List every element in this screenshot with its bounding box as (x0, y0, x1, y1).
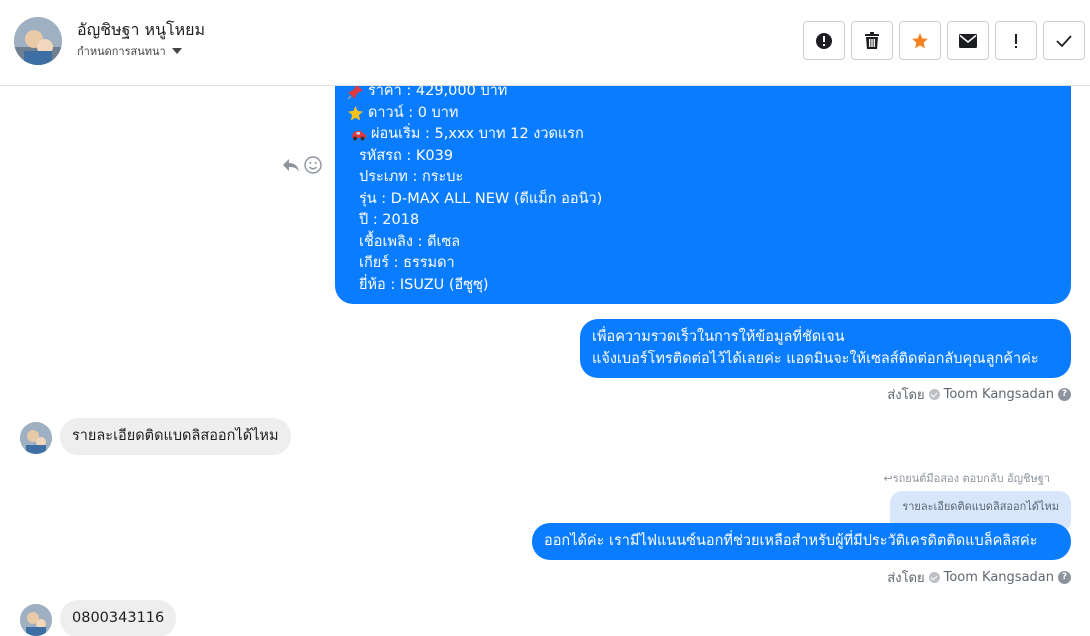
delete-button[interactable] (851, 21, 893, 60)
trash-icon (865, 31, 879, 49)
message-thread[interactable]: ราคา : 429,000 บาท ดาวน์ : 0 บาท ผ่อนเริ… (0, 86, 1090, 636)
message-hover-actions (282, 156, 322, 174)
customer-question-message[interactable]: รายละเอียดติดแบดลิสออกได้ไหม (60, 418, 291, 455)
contact-request-line-1: เพื่อความรวดเร็วในการให้ข้อมูลที่ชัดเจน (592, 329, 845, 345)
sent-by-label-2: ส่งโดย (887, 571, 925, 586)
help-icon[interactable]: ? (1058, 571, 1071, 584)
customer-avatar[interactable] (20, 422, 52, 454)
mark-unread-button[interactable] (947, 21, 989, 60)
assign-label: กำหนดการสนทนา (77, 45, 166, 58)
installment-line: ผ่อนเริ่ม : 5,xxx บาท 12 งวดแรก (347, 124, 1057, 146)
down-line: ดาวน์ : 0 บาท (347, 103, 1057, 125)
sender-name-2[interactable]: Toom Kangsadan (944, 570, 1054, 585)
smiley-icon[interactable] (304, 156, 322, 174)
conversation-header: อัญชิษฐา หนูโหยม กำหนดการสนทนา (0, 0, 1090, 86)
chevron-down-icon (171, 48, 182, 54)
type-line: ประเภท : กระบะ (359, 169, 464, 185)
envelope-icon (959, 33, 977, 48)
model-line: รุ่น : D-MAX ALL NEW (ดีแม็ก ออนิว) (359, 190, 603, 207)
exclamation-icon (1015, 33, 1017, 48)
help-icon[interactable]: ? (1058, 388, 1071, 401)
reply-context-label: ↩รถยนต์มือสอง ตอบกลับ อัญชิษฐา (883, 472, 1051, 485)
verified-check-icon (928, 572, 940, 583)
verified-check-icon (928, 389, 940, 400)
alert-circle-icon (816, 32, 832, 49)
assign-conversation-dropdown[interactable]: กำหนดการสนทนา (77, 42, 182, 60)
pushpin-icon (347, 86, 363, 100)
sent-by-info-2: ส่งโดย Toom Kangsadan ? (887, 567, 1071, 588)
customer-avatar-2[interactable] (20, 604, 52, 636)
contact-request-message[interactable]: เพื่อความรวดเร็วในการให้ข้อมูลที่ชัดเจน … (580, 319, 1071, 378)
header-toolbar (803, 21, 1085, 60)
spam-button[interactable] (995, 21, 1037, 60)
star-button[interactable] (899, 21, 941, 60)
contact-name: อัญชิษฐา หนูโหยม (77, 20, 206, 39)
car-emoji-icon (352, 131, 366, 141)
reply-icon[interactable] (282, 157, 300, 173)
installment-text: ผ่อนเริ่ม : 5,xxx บาท 12 งวดแรก (371, 126, 584, 142)
sender-name[interactable]: Toom Kangsadan (944, 387, 1054, 402)
star-emoji-icon (348, 105, 363, 121)
check-icon (1056, 34, 1072, 47)
customer-phone-message[interactable]: 0800343116 (60, 600, 177, 636)
sent-by-label: ส่งโดย (887, 388, 925, 403)
gear-line: เกียร์ : ธรรมดา (359, 255, 455, 271)
alert-button[interactable] (803, 21, 845, 60)
down-text: ดาวน์ : 0 บาท (368, 104, 459, 121)
price-text: ราคา : 429,000 บาท (368, 86, 508, 99)
car-info-message[interactable]: ราคา : 429,000 บาท ดาวน์ : 0 บาท ผ่อนเริ… (335, 86, 1071, 304)
code-line: รหัสรถ : K039 (359, 147, 454, 164)
mark-done-button[interactable] (1043, 21, 1085, 60)
answer-text: ออกได้ค่ะ เรามีไฟแนนซ์นอกที่ช่วยเหลือสำห… (544, 533, 1038, 549)
contact-avatar[interactable] (14, 17, 62, 65)
brand-line: ยี่ห้อ : ISUZU (อีซูซุ) (359, 276, 489, 293)
year-line: ปี : 2018 (359, 212, 420, 228)
sent-by-info: ส่งโดย Toom Kangsadan ? (887, 384, 1071, 405)
contact-request-line-2: แจ้งเบอร์โทรติดต่อไว้ได้เลยค่ะ แอดมินจะใ… (592, 350, 1039, 367)
price-line: ราคา : 429,000 บาท (347, 86, 1057, 103)
answer-message[interactable]: ออกได้ค่ะ เรามีไฟแนนซ์นอกที่ช่วยเหลือสำห… (532, 523, 1071, 560)
fuel-line: เชื้อเพลิง : ดีเซล (359, 233, 461, 250)
star-icon (912, 32, 928, 48)
